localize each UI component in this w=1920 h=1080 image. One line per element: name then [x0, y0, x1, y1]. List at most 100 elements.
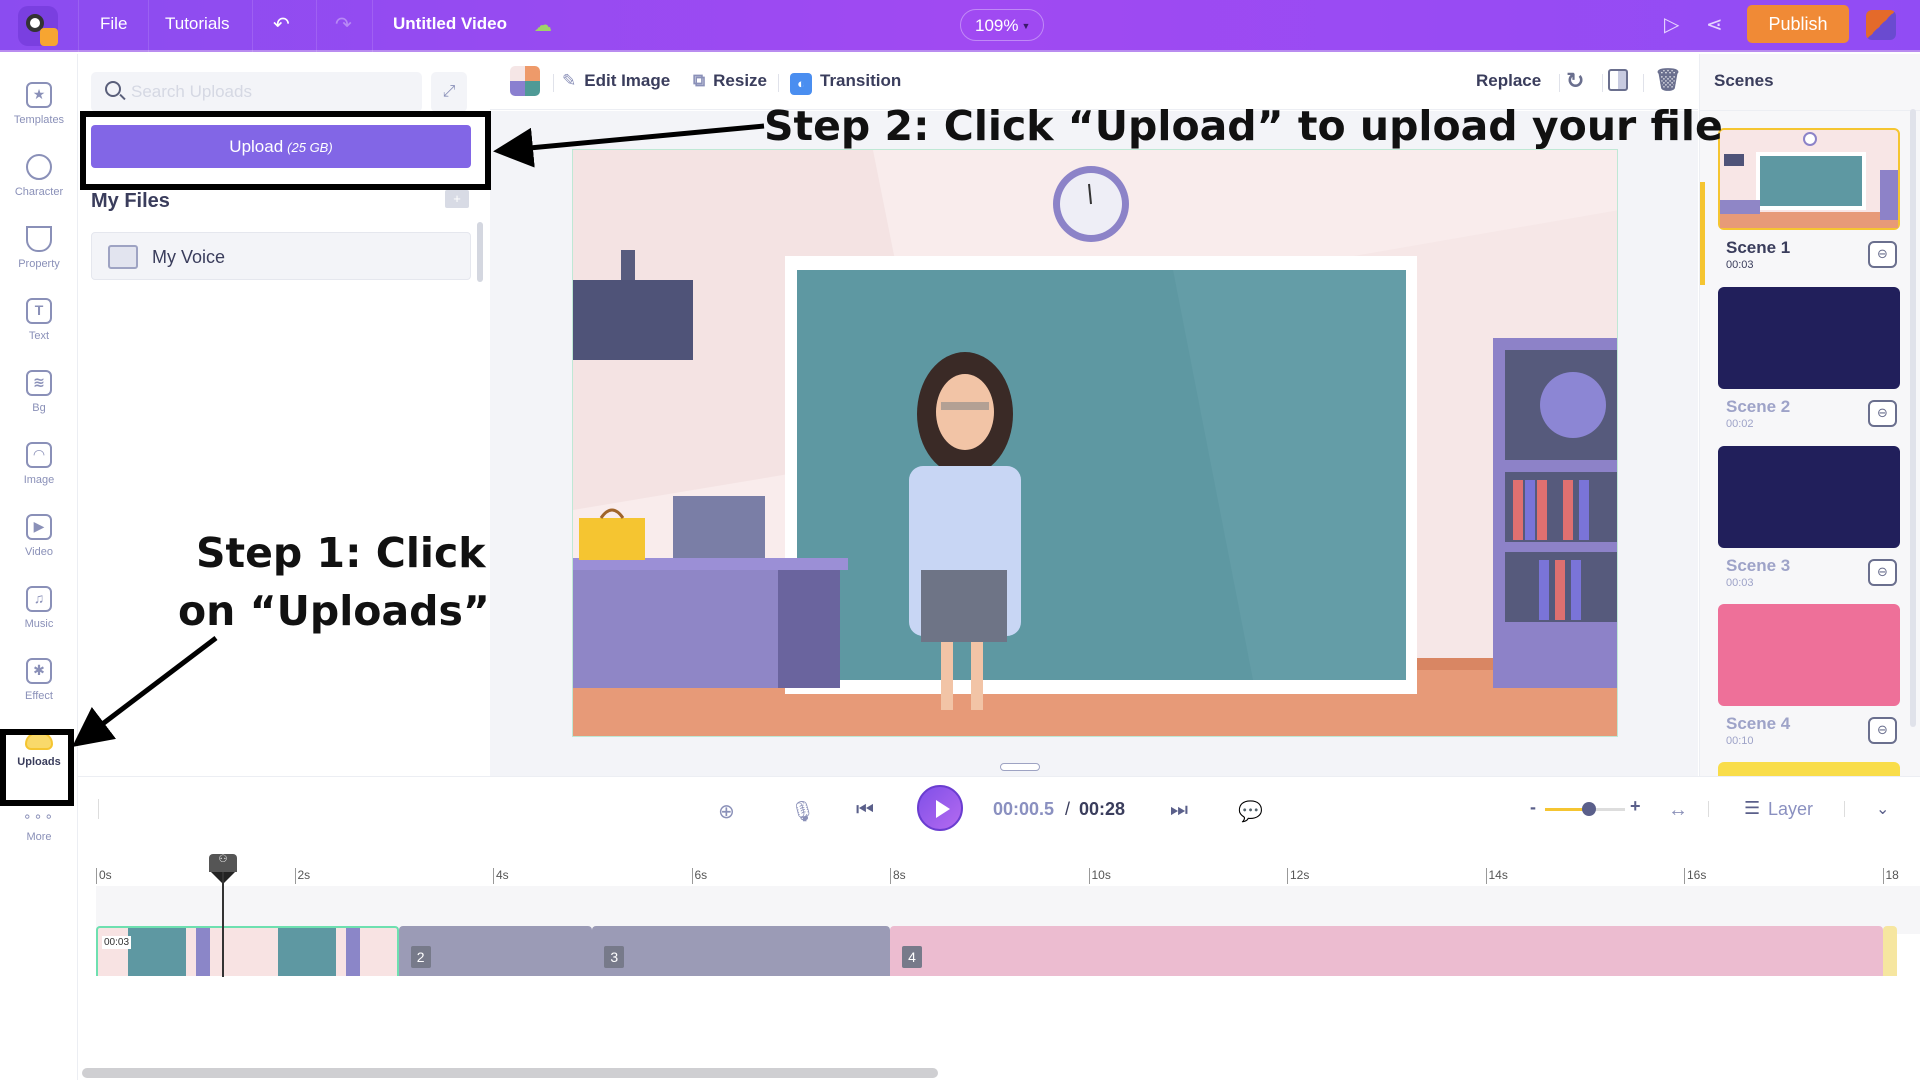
active-scene-indicator — [1700, 182, 1705, 285]
rail-label: Property — [18, 258, 60, 270]
rail-label: Video — [25, 546, 53, 558]
color-picker[interactable] — [510, 66, 540, 96]
timeline-clip[interactable]: 3 — [592, 926, 890, 976]
divider — [252, 0, 253, 52]
divider — [148, 0, 149, 52]
play-button[interactable] — [917, 785, 963, 831]
search-input[interactable] — [131, 80, 411, 104]
rail-label: Music — [24, 618, 54, 630]
app-logo[interactable] — [18, 6, 58, 46]
rail-item-music[interactable]: ♫ Music — [0, 586, 78, 630]
skip-forward-icon[interactable]: ⏭ — [1170, 799, 1188, 822]
fit-width-icon[interactable]: ↔ — [1668, 799, 1688, 822]
avatar[interactable] — [1866, 10, 1896, 40]
scene-canvas[interactable] — [572, 149, 1618, 737]
scene-thumbnail[interactable] — [1718, 446, 1900, 548]
folder-name: My Voice — [152, 247, 226, 267]
rotate-icon[interactable]: ↻ — [1558, 68, 1584, 94]
timeline-clip[interactable]: 4 — [890, 926, 1883, 976]
chevron-down-icon[interactable]: ⌄ — [1876, 799, 1889, 819]
timeline-clip[interactable]: 00:03 — [96, 926, 399, 976]
search-box[interactable] — [91, 72, 422, 112]
wall-tv — [573, 280, 693, 360]
camera-focus-icon[interactable]: ⊕ — [718, 799, 735, 824]
timeline-ruler[interactable]: 0s 2s 4s 6s 8s 10s 12s 14s 16s 18 — [96, 868, 1920, 886]
microphone-icon[interactable]: 🎙 — [790, 799, 815, 824]
book — [1525, 480, 1535, 540]
timeline-scrollbar[interactable] — [82, 1068, 938, 1078]
transition-link-icon[interactable]: ⊖ — [1868, 717, 1897, 744]
swatch — [525, 81, 540, 96]
teacher-face — [936, 374, 994, 450]
transition-link-icon[interactable]: ⊖ — [1868, 400, 1897, 427]
scene-thumbnail[interactable] — [1718, 128, 1900, 230]
resize-button[interactable]: ⧉ Resize — [693, 71, 767, 91]
scene-card[interactable]: Scene 3 00:03 ⊖ — [1718, 446, 1900, 589]
rail-item-video[interactable]: ▶ Video — [0, 514, 78, 558]
rail-item-text[interactable]: T Text — [0, 298, 78, 342]
zoom-dropdown[interactable]: 109% ▼ — [960, 9, 1044, 41]
edit-image-button[interactable]: ✎ Edit Image — [562, 71, 670, 91]
video-icon: ▶ — [26, 514, 52, 540]
rail-item-property[interactable]: Property — [0, 226, 78, 270]
menu-tutorials[interactable]: Tutorials — [165, 14, 230, 34]
zoom-out-button[interactable]: - — [1530, 797, 1536, 818]
zoom-in-button[interactable]: + — [1630, 796, 1641, 817]
scenes-title: Scenes — [1714, 71, 1774, 90]
play-preview-icon[interactable]: ▷ — [1664, 12, 1679, 37]
swatch — [510, 81, 525, 96]
rail-label: Effect — [25, 690, 53, 702]
rail-item-bg[interactable]: ≋ Bg — [0, 370, 78, 414]
divider — [78, 0, 79, 52]
scene-thumbnail[interactable] — [1718, 762, 1900, 776]
expand-icon[interactable]: ⤢ — [431, 72, 467, 112]
scene-card[interactable]: Scene 1 00:03 ⊖ — [1718, 128, 1900, 271]
ruler-tick: 4s — [493, 868, 509, 884]
transition-button[interactable]: ◐ Transition — [790, 71, 901, 95]
zoom-level: 109% — [975, 16, 1019, 35]
swatch — [510, 66, 525, 81]
rail-item-templates[interactable]: ★ Templates — [0, 82, 78, 126]
scene-thumbnail[interactable] — [1718, 287, 1900, 389]
timeline-clip[interactable]: 2 — [398, 926, 593, 976]
subtitles-icon[interactable]: 💬 — [1238, 799, 1263, 824]
scene-thumb-art — [1720, 132, 1898, 228]
divider — [1708, 801, 1709, 817]
playhead-handle[interactable]: ⚇ — [209, 854, 237, 872]
rail-item-effect[interactable]: ✱ Effect — [0, 658, 78, 702]
menu-file[interactable]: File — [100, 14, 127, 34]
rail-label: Text — [28, 330, 50, 342]
layer-button[interactable]: Layer — [1768, 799, 1813, 820]
scene-thumbnail[interactable] — [1718, 604, 1900, 706]
ruler-tick: 14s — [1485, 868, 1508, 884]
add-folder-button[interactable]: + — [445, 190, 469, 208]
undo-icon[interactable]: ↶ — [273, 12, 290, 37]
transition-link-icon[interactable]: ⊖ — [1868, 559, 1897, 586]
replace-button[interactable]: Replace — [1476, 71, 1541, 91]
share-icon[interactable]: ⋖ — [1706, 12, 1723, 37]
scenes-scrollbar[interactable] — [1910, 109, 1916, 727]
divider — [553, 74, 554, 92]
scene-card[interactable]: Scene 4 00:10 ⊖ — [1718, 604, 1900, 747]
slider-knob[interactable] — [1582, 802, 1596, 816]
timeline-zoom-slider[interactable] — [1545, 802, 1625, 816]
resize-stage-handle[interactable] — [1000, 763, 1040, 771]
flip-icon[interactable] — [1608, 69, 1628, 96]
playhead-line — [222, 872, 224, 977]
project-title[interactable]: Untitled Video — [393, 14, 507, 34]
sparkle-icon: ✱ — [26, 658, 52, 684]
left-rail: ★ Templates Character Property T Text ≋ Bg … — [0, 54, 78, 1080]
transition-link-icon[interactable]: ⊖ — [1868, 241, 1897, 268]
rail-item-image[interactable]: ◠ Image — [0, 442, 78, 486]
rail-item-more[interactable]: ∘∘∘ More — [0, 808, 78, 843]
timeline-clip[interactable] — [1882, 926, 1898, 976]
panel-scrollbar[interactable] — [477, 222, 483, 282]
redo-icon[interactable]: ↷ — [335, 12, 352, 37]
folder-item[interactable]: My Voice — [91, 232, 471, 280]
rail-item-character[interactable]: Character — [0, 154, 78, 198]
scene-card[interactable] — [1718, 762, 1900, 776]
trash-icon[interactable]: 🗑 — [1654, 67, 1682, 93]
scene-card[interactable]: Scene 2 00:02 ⊖ — [1718, 287, 1900, 430]
skip-back-icon[interactable]: ⏮ — [856, 799, 874, 822]
publish-button[interactable]: Publish — [1747, 5, 1849, 43]
